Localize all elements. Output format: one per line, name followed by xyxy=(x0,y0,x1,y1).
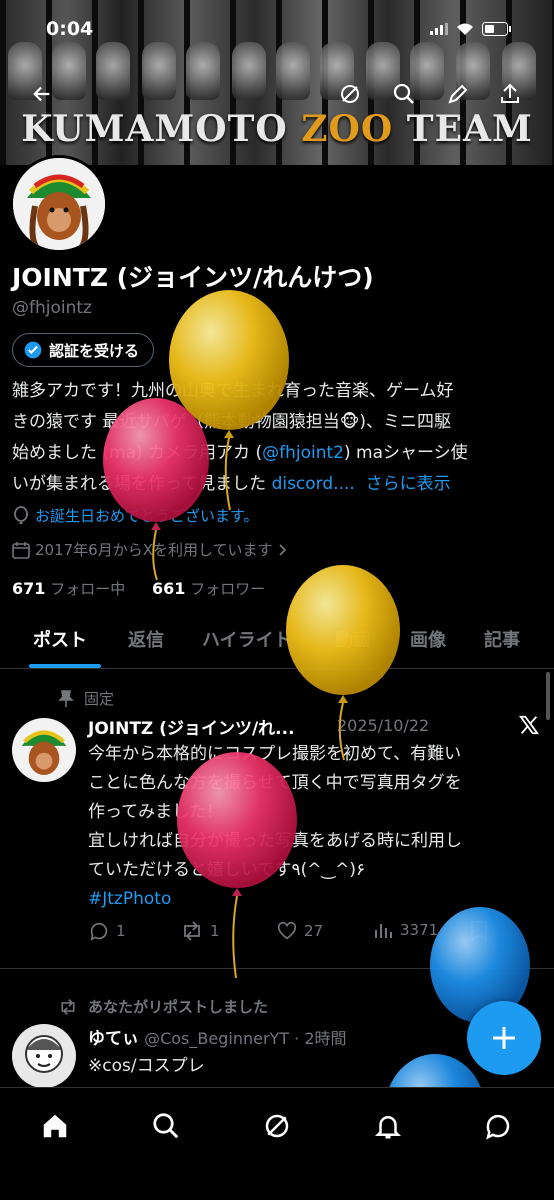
x-logo[interactable] xyxy=(518,714,540,740)
post-author-name[interactable]: JOINTZ (ジョインツ/れ... xyxy=(88,714,295,739)
get-verified-button[interactable]: 認証を受ける xyxy=(12,333,155,367)
bookmark-button[interactable] xyxy=(470,920,488,942)
wifi-icon xyxy=(457,23,473,35)
tabs-divider xyxy=(0,668,554,669)
repost-icon xyxy=(184,921,200,941)
views-button[interactable]: 3371 xyxy=(374,920,438,940)
repost-icon xyxy=(61,998,75,1015)
verify-label: 認証を受ける xyxy=(49,341,140,360)
views-icon xyxy=(375,924,392,938)
grok-icon xyxy=(341,85,359,103)
post-avatar[interactable] xyxy=(12,718,76,782)
banner-title: KUMAMOTO ZOO TEAM xyxy=(21,108,533,150)
pin-icon xyxy=(58,689,74,707)
nav-messages[interactable] xyxy=(468,1106,528,1146)
reply-button[interactable]: 1 xyxy=(88,920,126,942)
scrollbar[interactable] xyxy=(546,672,550,720)
like-button[interactable]: 27 xyxy=(276,920,323,942)
tab-articles[interactable]: 記事 xyxy=(484,626,520,652)
edit-icon xyxy=(448,84,468,104)
tab-media[interactable]: 画像 xyxy=(410,626,446,652)
verified-badge-icon xyxy=(24,341,42,359)
edit-button[interactable] xyxy=(440,76,476,112)
status-icons xyxy=(430,22,512,36)
post-date: 2025/10/22 xyxy=(337,716,430,735)
messages-icon xyxy=(486,1114,510,1140)
search-button[interactable] xyxy=(386,76,422,112)
tab-videos[interactable]: 動画 xyxy=(335,626,371,652)
status-time: 0:04 xyxy=(46,18,94,40)
reply-icon xyxy=(90,922,108,941)
repost-author-row[interactable]: ゆてぃ @Cos_BeginnerYT · 2時間 xyxy=(88,1024,347,1049)
tab-replies[interactable]: 返信 xyxy=(128,626,164,652)
plus-icon xyxy=(493,1027,515,1049)
joined-row[interactable]: 2017年6月からXを利用しています xyxy=(12,539,288,560)
followers-stat[interactable]: 661 フォロワー xyxy=(152,578,265,599)
birthday-row: お誕生日おめでとうございます。 xyxy=(12,505,259,526)
compose-button[interactable] xyxy=(467,1001,541,1075)
post-body: 今年から本格的にコスプレ撮影を初めて、有難い ことに色んな方を撮らせて頂く中で写… xyxy=(88,740,538,914)
back-button[interactable] xyxy=(24,76,60,112)
chevron-right-icon xyxy=(278,543,286,556)
bookmark-icon xyxy=(471,921,487,942)
repost-button[interactable]: 1 xyxy=(180,920,220,942)
tab-posts[interactable]: ポスト xyxy=(33,626,87,652)
grok-icon xyxy=(265,1114,289,1138)
nav-notifications[interactable] xyxy=(358,1106,418,1146)
tab-highlights[interactable]: ハイライト xyxy=(202,626,292,652)
home-icon xyxy=(43,1114,67,1138)
x-logo-icon xyxy=(518,715,540,735)
nav-home[interactable] xyxy=(25,1106,85,1146)
profile-avatar[interactable] xyxy=(10,155,108,253)
search-icon xyxy=(393,83,414,104)
balloon-location-icon xyxy=(14,505,28,524)
pinned-label: 固定 xyxy=(58,688,114,709)
following-stat[interactable]: 671 フォロー中 xyxy=(12,578,125,599)
share-icon xyxy=(501,83,519,103)
battery-icon xyxy=(482,22,511,36)
profile-name: JOINTZ (ジョインツ/れんけつ) xyxy=(12,263,374,292)
bio-discord-link[interactable]: discord.... xyxy=(272,474,355,494)
repost-text: ※cos/コスプレ xyxy=(88,1056,205,1076)
hashtag-link[interactable]: #JtzPhoto xyxy=(88,885,538,914)
repost-avatar[interactable] xyxy=(12,1024,76,1088)
post-divider xyxy=(0,968,554,969)
profile-bio: 雑多アカです！九州の山奥で生まれ育った音楽、ゲーム好 きの猿です 最近サバゲ（熊… xyxy=(12,381,468,494)
share-button[interactable] xyxy=(492,76,528,112)
grok-button[interactable] xyxy=(332,76,368,112)
back-icon xyxy=(33,86,50,102)
bio-mention-link[interactable]: @fhjoint2 xyxy=(262,443,344,463)
repost-indicator: あなたがリポストしました xyxy=(58,996,268,1017)
search-icon xyxy=(153,1113,179,1139)
signal-icon xyxy=(430,23,448,35)
like-icon xyxy=(277,921,297,940)
show-more-link[interactable]: さらに表示 xyxy=(366,474,451,494)
calendar-icon xyxy=(12,541,30,559)
notifications-icon xyxy=(374,1116,402,1139)
profile-handle: @fhjointz xyxy=(12,298,92,318)
bottom-nav xyxy=(0,1087,554,1200)
nav-grok[interactable] xyxy=(247,1106,307,1146)
nav-search[interactable] xyxy=(136,1106,196,1146)
